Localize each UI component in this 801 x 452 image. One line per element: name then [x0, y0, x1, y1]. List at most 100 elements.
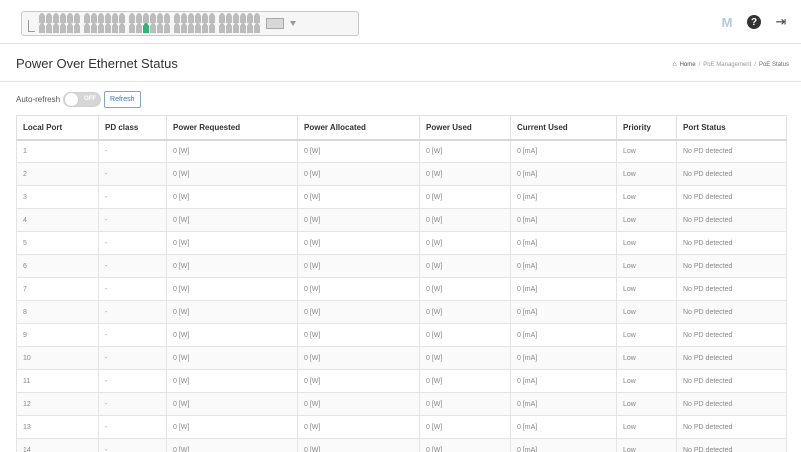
port-pair [74, 12, 80, 33]
switch-port[interactable] [74, 12, 80, 23]
switch-port[interactable] [91, 12, 97, 23]
table-cell: 0 [mA] [510, 346, 617, 370]
table-body: 1-0 [W] 0 [W] 0 [W] 0 [mA] Low No PD detected… [16, 139, 787, 452]
switch-port[interactable] [181, 22, 187, 33]
switch-port[interactable] [150, 12, 156, 23]
switch-port[interactable] [195, 22, 201, 33]
switch-port[interactable] [143, 22, 149, 33]
switch-port[interactable] [240, 12, 246, 23]
table-cell: Low [616, 231, 677, 255]
switch-port[interactable] [67, 12, 73, 23]
table-cell: 0 [W] [297, 323, 420, 347]
port-pair [254, 12, 260, 33]
home-icon[interactable]: ⌂ [672, 61, 676, 68]
switch-port[interactable] [129, 12, 135, 23]
table-row: 12-0 [W] 0 [W] 0 [W] 0 [mA] Low No PD detecte… [16, 392, 787, 416]
switch-port[interactable] [98, 22, 104, 33]
switch-port[interactable] [112, 12, 118, 23]
switch-port[interactable] [46, 22, 52, 33]
switch-port[interactable] [60, 22, 66, 33]
logout-icon[interactable]: ⇥ [773, 14, 789, 30]
switch-port[interactable] [164, 12, 170, 23]
table-row: 13-0 [W] 0 [W] 0 [W] 0 [mA] Low No PD detecte… [16, 415, 787, 439]
port-pair [119, 12, 125, 33]
table-cell: 0 [W] [419, 300, 511, 324]
switch-port[interactable] [105, 12, 111, 23]
switch-port[interactable] [67, 22, 73, 33]
switch-port[interactable] [157, 22, 163, 33]
switch-port[interactable] [136, 12, 142, 23]
switch-port[interactable] [46, 12, 52, 23]
switch-port[interactable] [119, 22, 125, 33]
breadcrumb-home[interactable]: Home [680, 62, 696, 68]
table-cell: Low [616, 438, 677, 452]
switch-port[interactable] [209, 12, 215, 23]
table-cell: No PD detected [676, 346, 787, 370]
switch-port[interactable] [254, 22, 260, 33]
switch-port[interactable] [195, 12, 201, 23]
port-group [129, 12, 170, 33]
switch-port[interactable] [39, 22, 45, 33]
switch-port[interactable] [143, 12, 149, 23]
switch-port[interactable] [219, 12, 225, 23]
table-cell: - [98, 185, 167, 209]
switch-port[interactable] [112, 22, 118, 33]
network-icon[interactable]: M [719, 14, 735, 30]
switch-port[interactable] [209, 22, 215, 33]
table-cell: Low [616, 346, 677, 370]
switch-port[interactable] [181, 12, 187, 23]
switch-port[interactable] [129, 22, 135, 33]
switch-port[interactable] [98, 12, 104, 23]
switch-port[interactable] [233, 22, 239, 33]
help-icon[interactable]: ? [747, 15, 761, 29]
port-pair [150, 12, 156, 33]
auto-refresh-toggle[interactable]: OFF [63, 91, 102, 107]
switch-port[interactable] [91, 22, 97, 33]
table-cell: 0 [W] [419, 346, 511, 370]
switch-port[interactable] [157, 12, 163, 23]
switch-port[interactable] [202, 22, 208, 33]
switch-port[interactable] [53, 22, 59, 33]
table-cell: No PD detected [676, 162, 787, 186]
switch-port[interactable] [174, 12, 180, 23]
switch-port[interactable] [150, 22, 156, 33]
switch-port[interactable] [202, 12, 208, 23]
table-cell: 9 [16, 323, 99, 347]
switch-port-panel[interactable] [21, 11, 359, 36]
switch-port[interactable] [188, 22, 194, 33]
table-cell: Low [616, 254, 677, 278]
table-row: 4-0 [W] 0 [W] 0 [W] 0 [mA] Low No PD detected [16, 208, 787, 232]
table-cell: Low [616, 415, 677, 439]
switch-port[interactable] [247, 12, 253, 23]
switch-port[interactable] [164, 22, 170, 33]
port-pair [219, 12, 225, 33]
switch-port[interactable] [226, 12, 232, 23]
switch-port[interactable] [233, 12, 239, 23]
switch-port[interactable] [136, 22, 142, 33]
sfp-port[interactable] [266, 18, 284, 29]
title-bar: Power Over Ethernet Status ⌂ Home / PoE … [0, 44, 801, 82]
switch-port[interactable] [119, 12, 125, 23]
switch-port[interactable] [39, 12, 45, 23]
table-cell: 0 [W] [166, 185, 298, 209]
switch-port[interactable] [84, 22, 90, 33]
switch-port[interactable] [174, 22, 180, 33]
port-pair [195, 12, 201, 33]
switch-port[interactable] [105, 22, 111, 33]
switch-port[interactable] [240, 22, 246, 33]
breadcrumb-poe-management[interactable]: PoE Management [703, 62, 751, 68]
switch-port[interactable] [84, 12, 90, 23]
switch-port[interactable] [60, 12, 66, 23]
table-cell: 0 [W] [419, 438, 511, 452]
switch-port[interactable] [226, 22, 232, 33]
switch-port[interactable] [74, 22, 80, 33]
switch-port[interactable] [247, 22, 253, 33]
table-cell: 0 [W] [419, 139, 511, 163]
switch-port[interactable] [254, 12, 260, 23]
refresh-button[interactable]: Refresh [104, 90, 141, 108]
switch-port[interactable] [188, 12, 194, 23]
switch-port[interactable] [219, 22, 225, 33]
table-cell: No PD detected [676, 438, 787, 452]
table-row: 8-0 [W] 0 [W] 0 [W] 0 [mA] Low No PD detected [16, 300, 787, 324]
switch-port[interactable] [53, 12, 59, 23]
